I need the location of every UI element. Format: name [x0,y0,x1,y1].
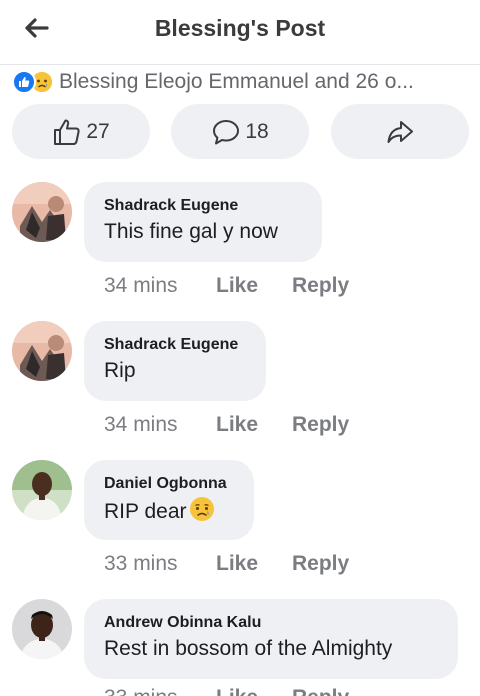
comment-reply-button[interactable]: Reply [292,686,349,696]
reaction-icons [12,70,54,94]
header-divider [0,64,480,65]
share-button[interactable] [331,104,469,159]
sad-face-emoji-icon [189,497,214,521]
comment-button[interactable]: 18 [171,104,309,159]
comment-like-button[interactable]: Like [216,413,292,437]
comment-time: 34 mins [104,274,178,297]
comment-meta: 33 mins Like Reply [104,552,349,576]
comment-like-button[interactable]: Like [216,686,292,696]
comment-time: 33 mins [104,552,178,575]
comment-text-value: RIP dear [104,500,187,523]
comment-bubble: Shadrack Eugene Rip [84,321,266,401]
comment-icon [213,119,240,144]
likes-count: 27 [86,119,110,143]
comment-meta: 33 mins Like Reply [104,686,349,696]
reactions-summary[interactable]: Blessing Eleojo Emmanuel and 26 o... [12,68,480,96]
comment-reply-button[interactable]: Reply [292,274,349,298]
comment-bubble: Shadrack Eugene This fine gal y now [84,182,322,262]
comment-text: Rip [104,359,136,382]
like-reaction-icon [12,70,36,94]
comment-text: RIP dear [104,496,234,526]
comment-bubble: Daniel Ogbonna RIP dear [84,460,254,540]
comment-bubble: Andrew Obinna Kalu Rest in bossom of the… [84,599,458,679]
comment-text: Rest in bossom of the Almighty [104,637,393,660]
thumbs-up-icon [54,119,80,145]
comment-author[interactable]: Shadrack Eugene [104,335,246,355]
comment-time: 34 mins [104,413,178,436]
reactions-text: Blessing Eleojo Emmanuel and 26 o... [59,70,414,93]
comment-author[interactable]: Shadrack Eugene [104,196,302,216]
avatar[interactable] [12,182,72,242]
comment-time: 33 mins [104,686,216,696]
avatar[interactable] [12,599,72,659]
page-title: Blessing's Post [154,15,326,41]
comment-meta: 34 mins Like Reply [104,274,349,298]
avatar[interactable] [12,460,72,520]
comments-count: 18 [245,119,269,143]
comment-text: This fine gal y now [104,220,278,243]
comment-reply-button[interactable]: Reply [292,413,349,437]
comment-meta: 34 mins Like Reply [104,413,349,437]
comment-author[interactable]: Andrew Obinna Kalu [104,613,438,633]
header: Blessing's Post [0,0,480,62]
avatar[interactable] [12,321,72,381]
comment-like-button[interactable]: Like [216,552,292,576]
share-icon [387,120,413,143]
comment-author[interactable]: Daniel Ogbonna [104,474,234,494]
like-button[interactable]: 27 [12,104,150,159]
comment-like-button[interactable]: Like [216,274,292,298]
comment-reply-button[interactable]: Reply [292,552,349,576]
